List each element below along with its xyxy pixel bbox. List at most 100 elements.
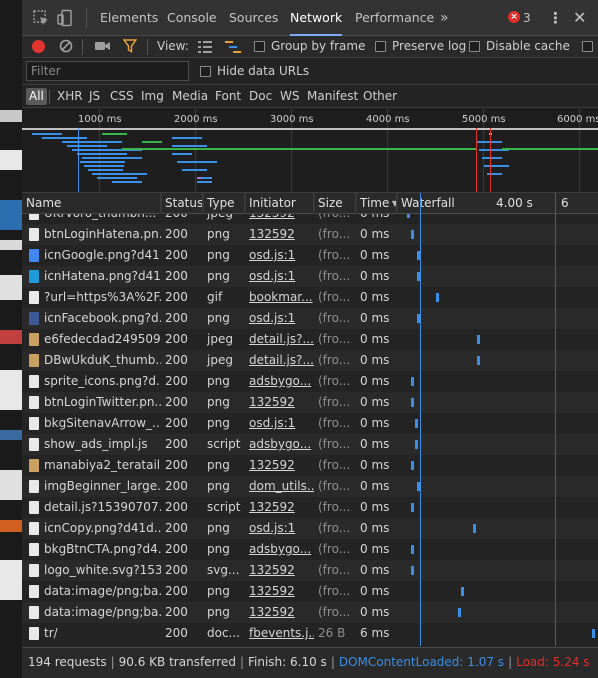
tab-network[interactable]: Network (290, 0, 343, 36)
request-initiator[interactable]: 132592 (245, 214, 314, 224)
tab-performance[interactable]: Performance (355, 0, 434, 36)
request-row[interactable]: UKrvoro_thumbn...200jpeg132592(fro...0 m… (22, 214, 598, 224)
close-icon[interactable]: ✕ (573, 0, 586, 36)
group-by-frame-checkbox[interactable] (254, 41, 265, 52)
column-time-header[interactable]: Time ▼ (356, 193, 397, 214)
request-initiator[interactable]: 132592 (245, 560, 314, 581)
hide-data-urls-label[interactable]: Hide data URLs (217, 64, 309, 78)
request-initiator[interactable]: 132592 (245, 497, 314, 518)
request-row[interactable]: bkgSitenavArrow_... 200 png osd.js:1 (fro...… (22, 413, 598, 434)
request-status: 200 (165, 626, 188, 640)
request-initiator[interactable]: adsbygo... (245, 434, 314, 455)
preserve-log-label[interactable]: Preserve log (392, 39, 466, 53)
overview-waterfall-icon[interactable] (225, 41, 241, 53)
column-status-header[interactable]: Status (161, 193, 203, 214)
request-row[interactable]: btnLoginTwitter.pn... 200 png 132592 (fro...… (22, 392, 598, 413)
request-initiator[interactable]: detail.js?... (245, 329, 314, 350)
request-initiator[interactable]: osd.js:1 (245, 266, 314, 287)
request-status: 200 (165, 227, 188, 241)
screenshot-camera-icon[interactable] (95, 40, 111, 52)
filter-funnel-icon[interactable] (123, 39, 137, 53)
column-type-header[interactable]: Type (203, 193, 245, 214)
tab-sources[interactable]: Sources (229, 0, 278, 36)
request-initiator[interactable]: detail.js?... (245, 350, 314, 371)
type-filter-img[interactable]: Img (138, 88, 167, 105)
large-rows-icon[interactable] (198, 41, 212, 53)
inspect-element-icon[interactable] (32, 9, 50, 27)
request-type: png (207, 374, 230, 388)
type-filter-manifest[interactable]: Manifest (304, 88, 361, 105)
clear-icon[interactable] (59, 39, 73, 53)
image-thumbnail-icon (29, 333, 39, 346)
disable-cache-label[interactable]: Disable cache (486, 39, 570, 53)
request-row[interactable]: logo_white.svg?153... 200 svg... 132592 (fro… (22, 560, 598, 581)
request-time: 0 ms (360, 437, 390, 451)
request-row[interactable]: e6fedecdad249509... 200 jpeg detail.js?... (… (22, 329, 598, 350)
filter-input[interactable] (26, 61, 189, 81)
column-name-header[interactable]: Name (22, 193, 161, 214)
request-row[interactable]: bkgBtnCTA.png?d4... 200 png adsbygo... (fro.… (22, 539, 598, 560)
request-initiator[interactable]: 132592 (245, 392, 314, 413)
request-row[interactable]: tr/200 doc... fbevents.j... 26 B 6 ms (22, 623, 598, 644)
type-filter-css[interactable]: CSS (107, 88, 137, 105)
tab-elements[interactable]: Elements (100, 0, 158, 36)
request-initiator[interactable]: adsbygo... (245, 371, 314, 392)
request-initiator[interactable]: bookmar... (245, 287, 314, 308)
more-tabs-chevron-icon[interactable]: » (440, 0, 449, 36)
type-filter-font[interactable]: Font (212, 88, 244, 105)
error-icon[interactable]: × (508, 11, 520, 23)
request-row[interactable]: icnGoogle.png?d41... 200 png osd.js:1 (fro..… (22, 245, 598, 266)
column-initiator-header[interactable]: Initiator (245, 193, 314, 214)
error-count[interactable]: 3 (523, 0, 531, 36)
tab-console[interactable]: Console (167, 0, 217, 36)
request-initiator[interactable]: osd.js:1 (245, 413, 314, 434)
request-row[interactable]: ?url=https%3A%2F... 200 gif bookmar... (fro.… (22, 287, 598, 308)
type-filter-js[interactable]: JS (86, 88, 103, 105)
request-row[interactable]: manabiya2_teratail... 200 png 132592 (fro...… (22, 455, 598, 476)
request-initiator[interactable]: 132592 (245, 455, 314, 476)
device-toolbar-icon[interactable] (56, 9, 74, 27)
hide-data-urls-checkbox[interactable] (200, 66, 211, 77)
request-initiator[interactable]: 132592 (245, 224, 314, 245)
request-row[interactable]: icnHatena.png?d41... 200 png osd.js:1 (fro..… (22, 266, 598, 287)
column-waterfall-header[interactable]: Waterfall 4.00 s 6 (397, 193, 598, 214)
request-initiator[interactable]: 132592 (245, 602, 314, 623)
group-by-frame-label[interactable]: Group by frame (271, 39, 365, 53)
record-icon[interactable] (32, 40, 45, 53)
request-initiator[interactable]: osd.js:1 (245, 518, 314, 539)
request-row[interactable]: data:image/png;ba... 200 png 132592 (fro... 0… (22, 581, 598, 602)
type-filter-media[interactable]: Media (169, 88, 211, 105)
request-row[interactable]: data:image/png;ba... 200 png 132592 (fro... 0… (22, 602, 598, 623)
request-initiator[interactable]: osd.js:1 (245, 308, 314, 329)
request-time: 0 ms (360, 395, 390, 409)
request-row[interactable]: show_ads_impl.js 200 script adsbygo... (fro.… (22, 434, 598, 455)
request-row[interactable]: sprite_icons.png?d... 200 png adsbygo... (fr… (22, 371, 598, 392)
request-initiator[interactable]: adsbygo... (245, 539, 314, 560)
type-filter-ws[interactable]: WS (277, 88, 302, 105)
preserve-log-checkbox[interactable] (375, 41, 386, 52)
offline-checkbox[interactable] (582, 41, 593, 52)
request-row[interactable]: DBwUkduK_thumb... 200 jpeg detail.js?... (fr… (22, 350, 598, 371)
request-time: 0 ms (360, 290, 390, 304)
generic-file-icon (29, 627, 39, 640)
request-row[interactable]: imgBeginner_large.... 200 png dom_utils... (… (22, 476, 598, 497)
type-filter-xhr[interactable]: XHR (54, 88, 86, 105)
type-filter-other[interactable]: Other (360, 88, 400, 105)
network-overview-timeline[interactable]: 1000 ms 2000 ms 3000 ms 4000 ms 5000 ms … (22, 108, 598, 193)
request-initiator[interactable]: fbevents.j... (245, 623, 314, 644)
request-row[interactable]: btnLoginHatena.pn... 200 png 132592 (fro... 0… (22, 224, 598, 245)
type-filter-doc[interactable]: Doc (246, 88, 275, 105)
requests-table-body[interactable]: UKrvoro_thumbn...200jpeg132592(fro...0 m… (22, 214, 598, 646)
request-row[interactable]: detail.js?15390707... 200 script 132592 (fro… (22, 497, 598, 518)
type-filter-all[interactable]: All (26, 88, 47, 105)
disable-cache-checkbox[interactable] (469, 41, 480, 52)
request-status: 200 (165, 479, 188, 493)
column-size-header[interactable]: Size (314, 193, 356, 214)
request-initiator[interactable]: osd.js:1 (245, 245, 314, 266)
request-initiator[interactable]: 132592 (245, 581, 314, 602)
request-row[interactable]: icnFacebook.png?d... 200 png osd.js:1 (fro..… (22, 308, 598, 329)
request-name: data:image/png;ba... (44, 605, 161, 619)
request-row[interactable]: icnCopy.png?d41d... 200 png osd.js:1 (fro...… (22, 518, 598, 539)
request-initiator[interactable]: dom_utils... (245, 476, 314, 497)
kebab-menu-icon[interactable]: ⋮ (548, 0, 563, 36)
